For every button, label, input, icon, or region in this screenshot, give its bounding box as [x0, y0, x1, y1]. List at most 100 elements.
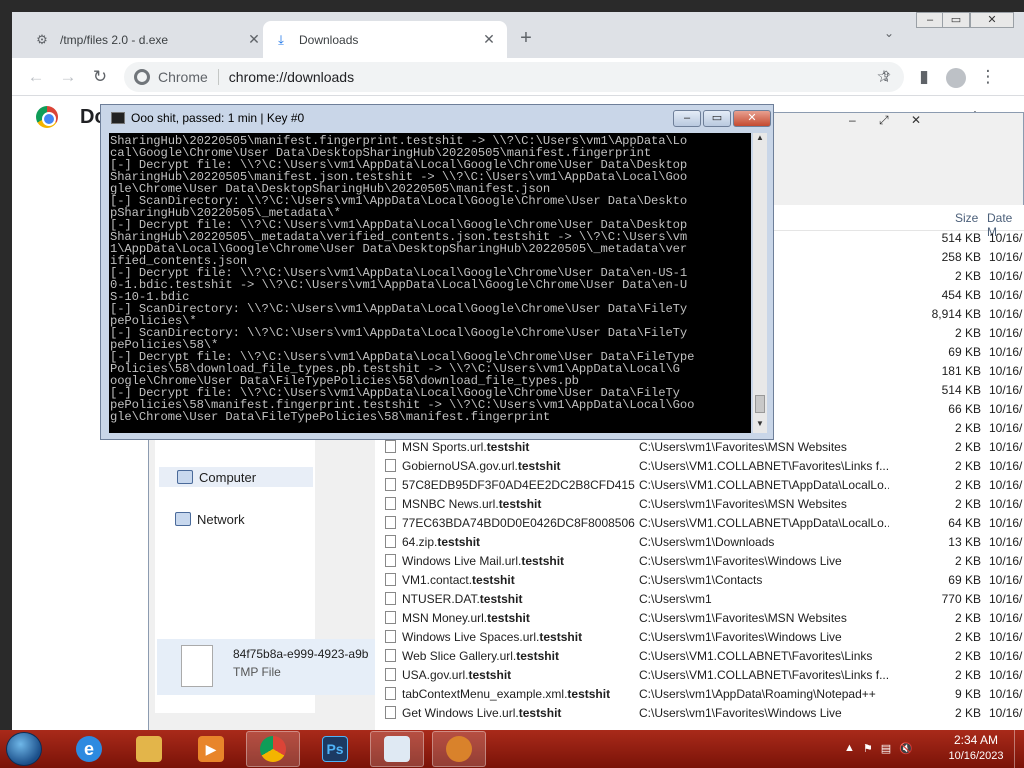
- taskbar-app-notes[interactable]: [370, 731, 424, 767]
- tab-close-icon[interactable]: ✕: [246, 31, 262, 48]
- console-line: [-] ScanDirectory: \\?\C:\Users\vm1\AppD…: [110, 327, 688, 339]
- scroll-thumb[interactable]: [755, 395, 765, 413]
- volume-muted-icon[interactable]: 🔇: [899, 742, 913, 755]
- table-row[interactable]: USA.gov.url.testshit C:\Users\VM1.COLLABN…: [375, 668, 1024, 687]
- nav-item-network[interactable]: Network: [175, 509, 245, 529]
- taskbar-app-explorer[interactable]: [122, 731, 176, 767]
- cell-date: 10/16/: [989, 307, 1023, 321]
- file-extension: testshit: [468, 668, 512, 682]
- table-row[interactable]: VM1.contact.testshit C:\Users\vm1\Contact…: [375, 573, 1024, 592]
- console-line: [-] Decrypt file: \\?\C:\Users\vm1\AppDa…: [110, 219, 688, 231]
- internet-explorer-icon: e: [76, 736, 102, 762]
- cell-folder: C:\Users\vm1: [639, 592, 712, 606]
- table-row[interactable]: MSN Money.url.testshit C:\Users\vm1\Favor…: [375, 611, 1024, 630]
- back-button[interactable]: ←: [22, 64, 50, 90]
- cell-size: 2 KB: [954, 668, 981, 682]
- table-row[interactable]: Windows Live Spaces.url.testshit C:\Users…: [375, 630, 1024, 649]
- console-title-bar[interactable]: Ooo shit, passed: 1 min | Key #0 – ▭ ✕: [107, 108, 771, 130]
- tab-downloads[interactable]: ⤓ Downloads ✕: [263, 21, 507, 58]
- console-output[interactable]: SharingHub\20220505\manifest.fingerprint…: [109, 133, 751, 433]
- cell-date: 10/16/: [989, 345, 1023, 359]
- table-row[interactable]: 77EC63BDA74BD0D0E0426DC8F8008506.te... C:…: [375, 516, 1024, 535]
- nav-item-computer[interactable]: Computer: [159, 467, 313, 487]
- address-bar[interactable]: Chrome chrome://downloads ⇪: [124, 62, 904, 92]
- file-extension: testshit: [517, 459, 561, 473]
- cell-name: VM1.contact.testshit: [385, 573, 635, 587]
- cell-folder: C:\Users\vm1\Favorites\MSN Websites: [639, 440, 847, 454]
- file-icon: [385, 592, 396, 605]
- taskbar-app-photoshop[interactable]: Ps: [308, 731, 362, 767]
- cell-size: 258 KB: [941, 250, 981, 264]
- new-tab-button[interactable]: +: [512, 25, 540, 53]
- file-extension: testshit: [479, 592, 523, 606]
- console-line: SharingHub\20220505\manifest.json.testsh…: [110, 171, 688, 183]
- table-row[interactable]: Web Slice Gallery.url.testshit C:\Users\V…: [375, 649, 1024, 668]
- cell-date: 10/16/: [989, 478, 1023, 492]
- clock-time[interactable]: 2:34 AM: [944, 733, 1008, 747]
- tab-search-chevron-icon[interactable]: ⌄: [884, 26, 894, 40]
- cell-folder: C:\Users\vm1\Favorites\Windows Live: [639, 554, 842, 568]
- taskbar-app-chrome[interactable]: [246, 731, 300, 767]
- explorer-maximize-button[interactable]: ⤢: [879, 113, 889, 128]
- tab-close-icon[interactable]: ✕: [481, 31, 497, 48]
- network-icon: [175, 512, 191, 526]
- table-row[interactable]: MSNBC News.url.testshit C:\Users\vm1\Favo…: [375, 497, 1024, 516]
- forward-button[interactable]: →: [54, 64, 82, 90]
- window-close-button[interactable]: ✕: [970, 12, 1014, 28]
- omnibox-url[interactable]: chrome://downloads: [229, 69, 354, 85]
- window-maximize-button[interactable]: ▭: [942, 12, 970, 28]
- explorer-minimize-button[interactable]: –: [849, 113, 856, 127]
- scroll-down-icon[interactable]: ▼: [753, 419, 767, 433]
- file-extension: testshit: [518, 706, 562, 720]
- console-minimize-button[interactable]: –: [673, 110, 701, 127]
- tab-tmp-files[interactable]: ⚙ /tmp/files 2.0 - d.exe ✕: [24, 21, 272, 58]
- side-panel-icon[interactable]: ▮: [910, 64, 938, 90]
- start-button[interactable]: [6, 732, 42, 766]
- file-name: NTUSER.DAT.: [402, 592, 480, 606]
- table-row[interactable]: NTUSER.DAT.testshit C:\Users\vm1 770 KB 10/…: [375, 592, 1024, 611]
- cell-name: 64.zip.testshit: [385, 535, 635, 549]
- tab-strip: ⚙ /tmp/files 2.0 - d.exe ✕ ⤓ Downloads ✕…: [12, 12, 1024, 58]
- console-scrollbar[interactable]: ▲ ▼: [753, 133, 767, 433]
- cell-name: GobiernoUSA.gov.url.testshit: [385, 459, 635, 473]
- action-center-flag-icon[interactable]: ⚑: [863, 742, 873, 755]
- column-header-size[interactable]: Size: [955, 211, 978, 225]
- table-row[interactable]: 64.zip.testshit C:\Users\vm1\Downloads 13 …: [375, 535, 1024, 554]
- window-minimize-button[interactable]: –: [916, 12, 944, 28]
- taskbar-app-media[interactable]: ▶: [184, 731, 238, 767]
- cell-date: 10/16/: [989, 630, 1023, 644]
- bookmark-star-icon[interactable]: ☆: [870, 64, 898, 90]
- file-extension: testshit: [437, 535, 481, 549]
- table-row[interactable]: Get Windows Live.url.testshit C:\Users\vm…: [375, 706, 1024, 725]
- network-tray-icon[interactable]: ▤: [881, 742, 891, 755]
- cell-size: 2 KB: [954, 706, 981, 720]
- photoshop-icon: Ps: [322, 736, 348, 762]
- cell-folder: C:\Users\vm1\Favorites\MSN Websites: [639, 497, 847, 511]
- reload-button[interactable]: ↻: [86, 64, 114, 90]
- browser-menu-icon[interactable]: ⋮: [974, 64, 1002, 90]
- table-row[interactable]: GobiernoUSA.gov.url.testshit C:\Users\VM1…: [375, 459, 1024, 478]
- cell-size: 770 KB: [941, 592, 981, 606]
- console-maximize-button[interactable]: ▭: [703, 110, 731, 127]
- file-type: TMP File: [233, 665, 281, 679]
- clock-date[interactable]: 10/16/2023: [944, 750, 1008, 762]
- table-row[interactable]: tabContextMenu_example.xml.testshit C:\Us…: [375, 687, 1024, 706]
- scroll-up-icon[interactable]: ▲: [753, 133, 767, 147]
- tray-expand-icon[interactable]: ▲: [844, 742, 855, 755]
- taskbar-app-ie[interactable]: e: [62, 731, 116, 767]
- table-row[interactable]: MSN Sports.url.testshit C:\Users\vm1\Favo…: [375, 440, 1024, 459]
- cell-date: 10/16/: [989, 231, 1023, 245]
- cell-size: 181 KB: [941, 364, 981, 378]
- table-row[interactable]: Windows Live Mail.url.testshit C:\Users\v…: [375, 554, 1024, 573]
- console-close-button[interactable]: ✕: [733, 110, 771, 127]
- file-name: 84f75b8a-e999-4923-a9b: [233, 647, 369, 661]
- profile-button[interactable]: [942, 64, 970, 90]
- cell-date: 10/16/: [989, 611, 1023, 625]
- console-line: S-10-1.bdic: [110, 291, 190, 303]
- show-desktop-button[interactable]: [1014, 730, 1024, 768]
- explorer-close-button[interactable]: ✕: [911, 113, 921, 127]
- cell-size: 9 KB: [954, 687, 981, 701]
- taskbar-app-search[interactable]: [432, 731, 486, 767]
- cell-folder: C:\Users\VM1.COLLABNET\AppData\LocalLo..…: [639, 516, 889, 530]
- table-row[interactable]: 57C8EDB95DF3F0AD4EE2DC2B8CFD4157.t... C:\…: [375, 478, 1024, 497]
